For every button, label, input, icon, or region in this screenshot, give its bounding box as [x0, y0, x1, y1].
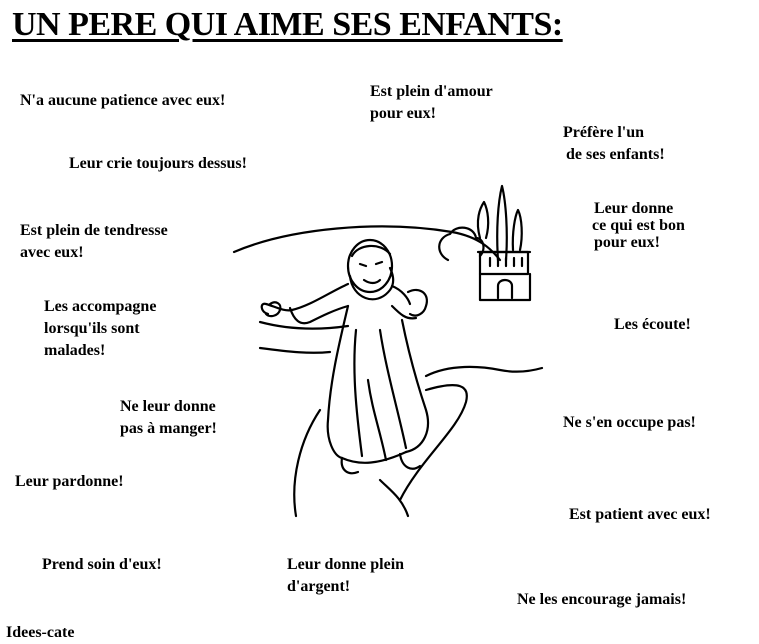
hill-line	[232, 225, 502, 262]
phrase-accompanies-when-sick: Les accompagne lorsqu'ils sont malades!	[44, 298, 157, 359]
phrase-gives-money: Leur donne plein d'argent!	[287, 556, 405, 595]
phrase-is-patient: Est patient avec eux!	[569, 506, 711, 523]
phrase-does-not-feed: Ne leur donne pas à manger!	[120, 398, 217, 437]
father-left-arm	[264, 282, 350, 312]
path-right-upper	[424, 365, 544, 378]
father-foot-right	[398, 452, 422, 470]
father-robe-right	[400, 318, 430, 454]
path-left-lower	[293, 408, 322, 518]
father-left-hand	[260, 301, 282, 318]
father-right-hand	[406, 288, 428, 317]
tree-left	[476, 200, 490, 240]
father-robe-fold-2	[378, 328, 408, 450]
father-head	[346, 238, 394, 294]
father-robe-fold-3	[366, 378, 388, 462]
phrase-takes-care: Prend soin d'eux!	[42, 556, 162, 573]
phrase-full-of-tenderness: Est plein de tendresse avec eux!	[20, 222, 168, 261]
phrase-forgives: Leur pardonne!	[15, 473, 124, 490]
father-robe-fold-1	[353, 328, 364, 458]
path-right-lower	[398, 384, 468, 502]
house-wall	[478, 272, 532, 302]
father-right-sleeve	[390, 304, 418, 320]
tree-right	[511, 208, 523, 252]
house-door	[496, 278, 514, 300]
phrase-prefers-one-child: Préfère l'un de ses enfants!	[563, 124, 665, 163]
phrase-no-patience: N'a aucune patience avec eux!	[20, 92, 226, 109]
phrase-never-encourages: Ne les encourage jamais!	[517, 591, 687, 608]
phrase-gives-what-is-good: Leur donne ce qui est bon pour eux!	[592, 200, 685, 251]
phrase-listens: Les écoute!	[614, 316, 691, 333]
phrase-always-yells: Leur crie toujours dessus!	[69, 155, 247, 172]
father-right-arm	[390, 284, 412, 306]
father-robe-hem	[340, 450, 408, 464]
bush	[438, 226, 485, 262]
ground-line-bottom	[378, 478, 410, 518]
ground-line-left	[258, 346, 332, 354]
phrase-does-not-care: Ne s'en occupe pas!	[563, 414, 696, 431]
father-eyes	[358, 260, 384, 268]
father-mouth	[362, 278, 382, 285]
father-illustration	[232, 184, 544, 518]
tree-middle	[496, 184, 508, 262]
phrase-full-of-love: Est plein d'amour pour eux!	[370, 83, 493, 122]
credit-text: Idees-cate	[6, 624, 75, 641]
house-windows	[488, 256, 524, 268]
page-title: UN PERE QUI AIME SES ENFANTS:	[12, 6, 563, 43]
house	[478, 250, 530, 276]
